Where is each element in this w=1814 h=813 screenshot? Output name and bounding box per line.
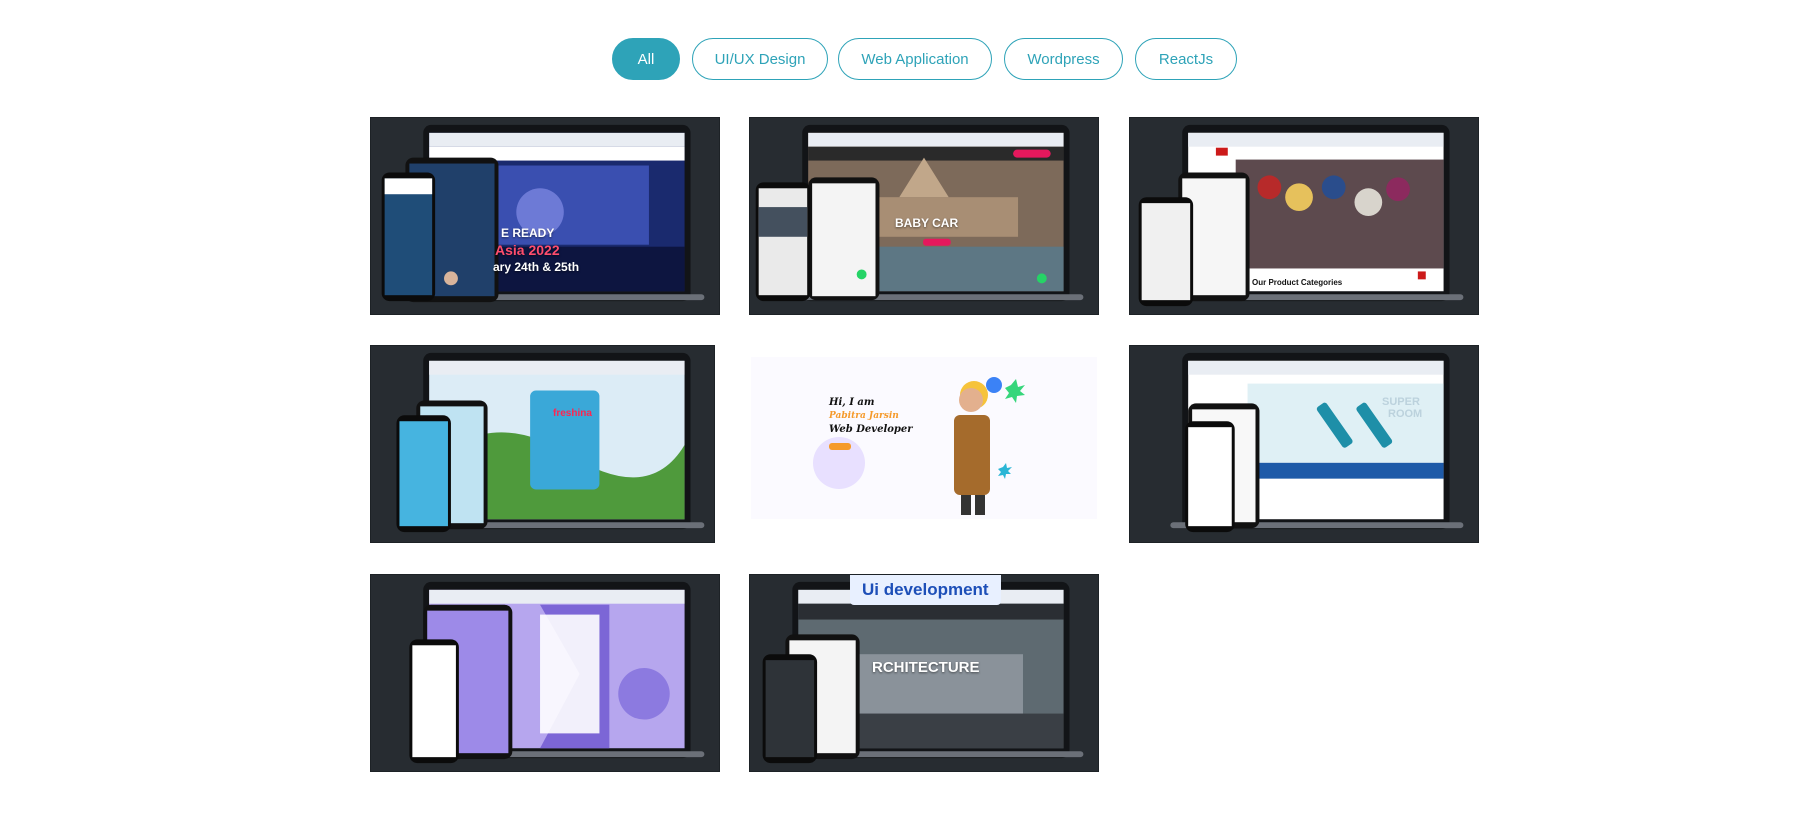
filter-uiux-design-button[interactable]: UI/UX Design	[692, 38, 828, 80]
overlay-headline: BABY CAR	[895, 216, 959, 230]
overlay-headline: SUPER	[1382, 396, 1420, 408]
hero-greeting: Hi, I am	[829, 397, 875, 408]
hero-name: Pabitra Jarsin	[829, 411, 899, 421]
device-mockup-image	[381, 124, 705, 303]
portfolio-item-textiles[interactable]: Our Product Categories	[1129, 117, 1479, 315]
overlay-dates: ary 24th & 25th	[493, 260, 580, 274]
category-badge: Ui development	[850, 575, 1001, 605]
filter-wordpress-button[interactable]: Wordpress	[1004, 38, 1123, 80]
portfolio-item-architecture[interactable]: Ui development RCHITECTURE	[749, 574, 1099, 772]
portfolio-item-login-ui[interactable]	[370, 574, 720, 772]
portfolio-item-electronics[interactable]: SUPER ROOM	[1129, 345, 1479, 543]
portfolio-item-freshina[interactable]: freshina	[370, 345, 715, 543]
hero-role: Web Developer	[829, 424, 913, 435]
overlay-headline: Our Product Categories	[1252, 278, 1343, 287]
overlay-brand: freshina	[553, 408, 592, 419]
portfolio-item-personal-portfolio[interactable]: Hi, I am Pabitra Jarsin Web Developer	[749, 345, 1099, 520]
portfolio-item-event-site[interactable]: E READY Asia 2022 ary 24th & 25th	[370, 117, 720, 315]
portfolio-item-baby-car[interactable]: BABY CAR	[749, 117, 1099, 315]
filter-web-application-button[interactable]: Web Application	[838, 38, 992, 80]
overlay-headline: E READY	[501, 226, 555, 240]
hero-artwork	[751, 357, 1097, 519]
device-mockup-image	[1170, 352, 1464, 533]
filter-reactjs-button[interactable]: ReactJs	[1135, 38, 1237, 80]
overlay-subheadline: ROOM	[1388, 408, 1423, 420]
device-mockup-image	[409, 581, 705, 764]
overlay-headline: RCHITECTURE	[872, 659, 980, 676]
portfolio-filter-bar: All UI/UX Design Web Application Wordpre…	[0, 38, 1814, 82]
device-mockup-image	[396, 352, 705, 533]
overlay-subheadline: Asia 2022	[495, 242, 560, 258]
filter-all-button[interactable]: All	[612, 38, 680, 80]
